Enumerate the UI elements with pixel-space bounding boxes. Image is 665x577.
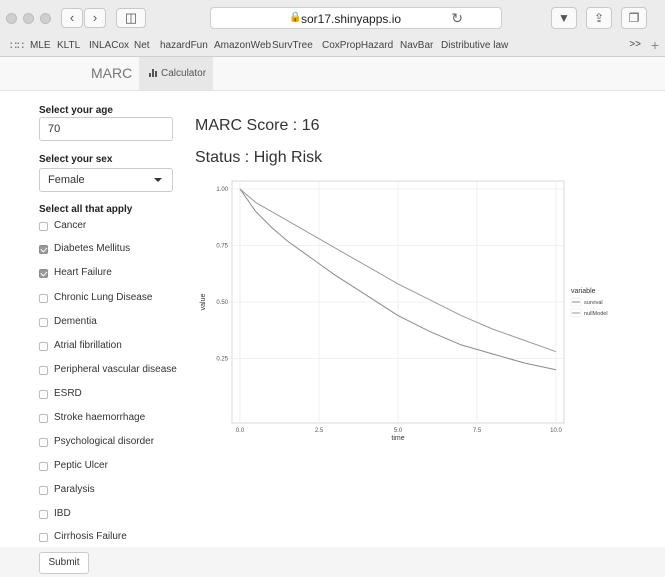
status-heading: Status : High Risk — [195, 149, 323, 166]
checkbox-heart-failure[interactable] — [39, 269, 48, 278]
back-button[interactable]: ‹ — [61, 8, 83, 28]
bookmark-item[interactable]: Net — [134, 40, 150, 51]
checkbox-esrd[interactable] — [39, 390, 48, 399]
sex-label: Select your sex — [39, 154, 113, 165]
checkbox-cancer[interactable] — [39, 222, 48, 231]
checkbox-label[interactable]: Cancer — [54, 220, 86, 231]
close-window-icon[interactable] — [6, 13, 17, 24]
app-navbar: MARC Calculator — [0, 57, 665, 91]
checkbox-peripheral-vascular[interactable] — [39, 366, 48, 375]
checkbox-psychological[interactable] — [39, 438, 48, 447]
lock-icon: 🔒 — [289, 12, 302, 23]
legend-label: nullModel — [584, 311, 608, 317]
x-tick-label: 10.0 — [550, 428, 562, 434]
more-bookmarks-button[interactable]: >> — [629, 39, 641, 50]
checkbox-peptic-ulcer[interactable] — [39, 462, 48, 471]
age-label: Select your age — [39, 105, 113, 116]
checkbox-paralysis[interactable] — [39, 486, 48, 495]
y-axis-label: value — [200, 294, 207, 311]
y-tick-label: 0.25 — [216, 357, 228, 363]
bookmark-item[interactable]: SurvTree — [272, 40, 313, 51]
y-tick-label: 1.00 — [216, 187, 228, 193]
checkbox-label[interactable]: Atrial fibrillation — [54, 340, 122, 351]
checkbox-label[interactable]: ESRD — [54, 388, 82, 399]
bookmark-item[interactable]: AmazonWeb — [214, 40, 271, 51]
caret-down-icon — [154, 178, 162, 182]
tabs-button[interactable]: ❐ — [621, 7, 647, 29]
downloads-button[interactable]: ▼ — [551, 7, 577, 29]
plot-area — [231, 180, 565, 424]
x-axis-label: time — [391, 435, 404, 442]
bookmark-item[interactable]: CoxPropHazard — [322, 40, 393, 51]
chevron-left-icon: ‹ — [69, 10, 75, 25]
bookmarks-bar: ∷∷ MLE KLTL INLACox Net hazardFun Amazon… — [0, 36, 665, 57]
legend-label: survival — [584, 300, 603, 306]
age-input[interactable]: 70 — [39, 117, 173, 141]
checkbox-ibd[interactable] — [39, 510, 48, 519]
y-tick-label: 0.75 — [216, 244, 228, 250]
checkbox-label[interactable]: IBD — [54, 508, 71, 519]
bookmark-item[interactable]: hazardFun — [160, 40, 208, 51]
x-tick-label: 0.0 — [236, 428, 245, 434]
minimize-window-icon[interactable] — [23, 13, 34, 24]
url-text: sor17.shinyapps.io — [301, 12, 402, 26]
bookmark-item[interactable]: KLTL — [57, 40, 80, 51]
checkbox-label[interactable]: Paralysis — [54, 484, 95, 495]
checkbox-label[interactable]: Heart Failure — [54, 267, 112, 278]
conditions-label: Select all that apply — [39, 204, 133, 215]
tab-calculator[interactable]: Calculator — [139, 57, 213, 90]
bottom-bar — [0, 547, 665, 577]
x-tick-label: 5.0 — [394, 428, 403, 434]
download-icon: ▼ — [558, 11, 570, 25]
plus-icon[interactable]: + — [651, 37, 659, 53]
chevron-right-icon: › — [92, 10, 98, 25]
bookmark-item[interactable]: MLE — [30, 40, 51, 51]
bookmark-item[interactable]: Distributive law — [441, 40, 508, 51]
age-value: 70 — [48, 123, 61, 135]
checkbox-atrial-fibrillation[interactable] — [39, 342, 48, 351]
forward-button[interactable]: › — [84, 8, 106, 28]
address-bar[interactable]: 🔒 sor17.shinyapps.io ↻ — [210, 7, 502, 29]
series-line-nullModel — [239, 188, 557, 353]
grid-icon[interactable]: ∷∷ — [10, 39, 24, 52]
x-tick-label: 2.5 — [315, 428, 324, 434]
checkbox-chronic-lung[interactable] — [39, 294, 48, 303]
y-tick-label: 0.50 — [216, 300, 228, 306]
bookmark-item[interactable]: NavBar — [400, 40, 433, 51]
checkbox-dementia[interactable] — [39, 318, 48, 327]
checkbox-label[interactable]: Peptic Ulcer — [54, 460, 108, 471]
sidebar-toggle-button[interactable]: ◫ — [116, 8, 146, 28]
share-button[interactable]: ⇪ — [586, 7, 612, 29]
sidebar-icon: ◫ — [124, 10, 138, 25]
bar-chart-icon — [149, 69, 157, 77]
legend-title: variable — [571, 288, 596, 295]
reload-icon[interactable]: ↻ — [451, 10, 463, 27]
zoom-window-icon[interactable] — [40, 13, 51, 24]
browser-toolbar: ‹ › ◫ 🔒 sor17.shinyapps.io ↻ ▼ ⇪ ❐ — [0, 0, 665, 37]
legend-key — [570, 297, 582, 307]
checkbox-label[interactable]: Peripheral vascular disease — [54, 364, 177, 375]
tab-label: Calculator — [161, 68, 207, 79]
checkbox-label[interactable]: Cirrhosis Failure — [54, 531, 127, 542]
score-heading: MARC Score : 16 — [195, 117, 320, 134]
checkbox-label[interactable]: Chronic Lung Disease — [54, 292, 152, 303]
legend-key — [570, 308, 582, 318]
share-icon: ⇪ — [593, 11, 605, 25]
checkbox-stroke[interactable] — [39, 414, 48, 423]
series-line-survival — [239, 188, 557, 371]
bookmark-item[interactable]: INLACox — [89, 40, 129, 51]
brand-title[interactable]: MARC — [91, 65, 132, 81]
checkbox-cirrhosis[interactable] — [39, 533, 48, 542]
checkbox-label[interactable]: Diabetes Mellitus — [54, 243, 130, 254]
checkbox-diabetes[interactable] — [39, 245, 48, 254]
x-tick-label: 7.5 — [473, 428, 482, 434]
checkbox-label[interactable]: Stroke haemorrhage — [54, 412, 145, 423]
submit-button[interactable]: Submit — [39, 552, 89, 574]
tabs-icon: ❐ — [628, 11, 640, 25]
checkbox-label[interactable]: Psychological disorder — [54, 436, 154, 447]
sex-select[interactable]: Female — [39, 168, 173, 192]
checkbox-label[interactable]: Dementia — [54, 316, 97, 327]
sex-value: Female — [48, 174, 85, 186]
